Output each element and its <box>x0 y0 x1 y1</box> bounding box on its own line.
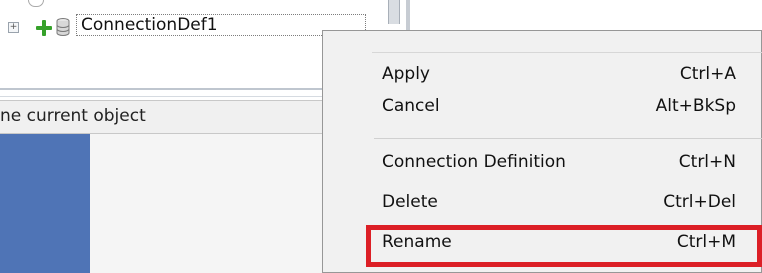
splitter[interactable] <box>406 0 410 30</box>
navigation-panel <box>0 134 90 273</box>
menu-separator <box>374 138 762 139</box>
menu-item-label: Delete <box>382 192 438 212</box>
menu-item-apply[interactable]: Apply Ctrl+A <box>374 60 762 92</box>
content-panel <box>90 134 322 273</box>
menu-item-shortcut: Ctrl+A <box>679 64 736 84</box>
add-icon <box>36 20 52 36</box>
status-text: ne current object <box>0 106 146 126</box>
scrollbar[interactable] <box>388 0 400 24</box>
menu-item-delete[interactable]: Delete Ctrl+Del <box>374 188 762 220</box>
menu-item-shortcut: Alt+BkSp <box>655 96 736 116</box>
pane-divider <box>0 88 322 90</box>
menu-item-shortcut: Ctrl+Del <box>663 192 736 212</box>
menu-item-label: Connection Definition <box>382 152 566 172</box>
expander-icon[interactable]: + <box>8 22 19 33</box>
menu-item-cancel[interactable]: Cancel Alt+BkSp <box>374 92 762 124</box>
database-icon <box>56 18 70 36</box>
pane-divider-secondary <box>0 96 322 97</box>
menu-item-label: Apply <box>382 64 430 84</box>
menu-item-connection-definition[interactable]: Connection Definition Ctrl+N <box>374 148 762 180</box>
menu-item-label: Cancel <box>382 96 440 116</box>
highlight-annotation <box>366 225 762 267</box>
menu-separator-top <box>372 52 762 53</box>
menu-item-shortcut: Ctrl+N <box>678 152 736 172</box>
